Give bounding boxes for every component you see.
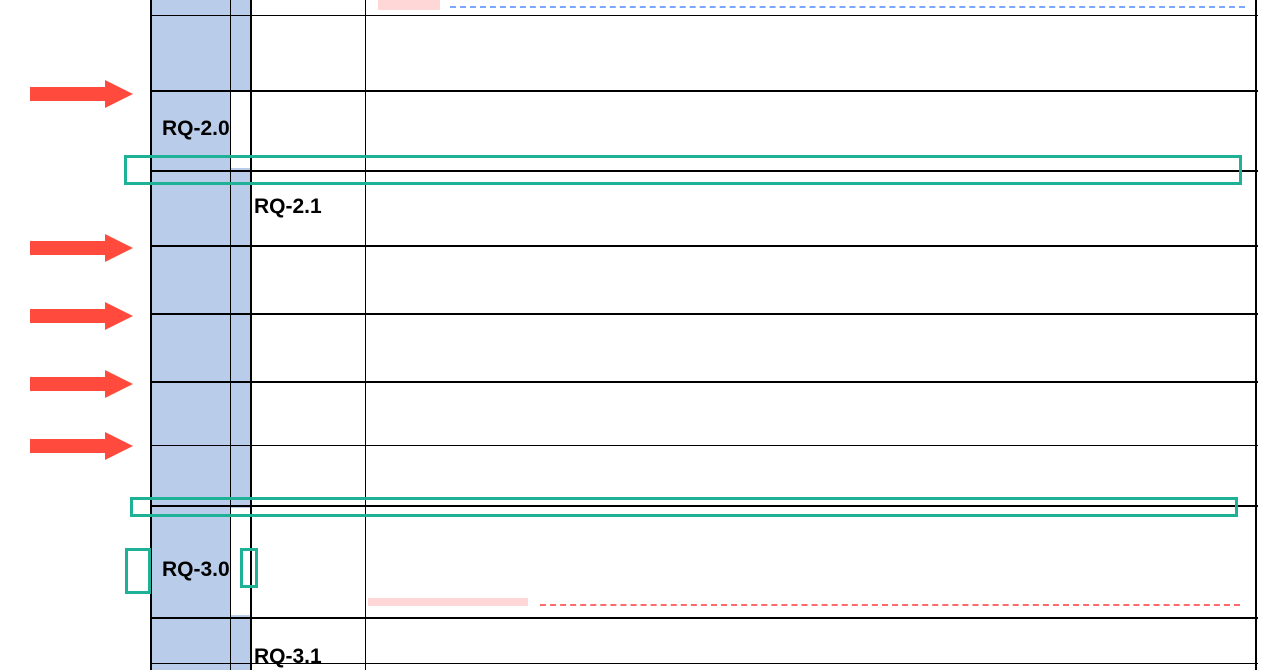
- arrow-icon: [30, 302, 140, 330]
- teal-highlight-small-right: [240, 548, 258, 588]
- pink-mark-top: [378, 0, 440, 10]
- hline-row: [150, 381, 1258, 383]
- hline-row: [150, 245, 1258, 247]
- blue-dashed-top: [450, 6, 1245, 10]
- hline-row: [150, 445, 1258, 446]
- arrow-icon: [30, 234, 140, 262]
- hline-row: [150, 617, 1258, 619]
- vline-outer-right: [1255, 0, 1257, 670]
- diagram-stage: RQ-2.0 RQ-2.1 RQ-3.0 RQ-3.1: [0, 0, 1262, 670]
- pink-mark-lower: [368, 598, 528, 606]
- teal-highlight-small-left: [125, 548, 151, 594]
- hline-row: [150, 15, 1258, 16]
- label-rq-2-0: RQ-2.0: [162, 117, 230, 141]
- arrow-icon: [30, 80, 140, 108]
- hline-row: [150, 313, 1258, 315]
- label-rq-3-1: RQ-3.1: [254, 645, 322, 669]
- vline-col4: [365, 0, 366, 670]
- label-rq-3-0: RQ-3.0: [162, 558, 230, 582]
- arrow-icon: [30, 432, 140, 460]
- red-dashed-lower: [540, 604, 1240, 608]
- arrow-icon: [30, 370, 140, 398]
- teal-highlight-band-1: [124, 155, 1242, 185]
- hline-row: [150, 90, 1258, 92]
- label-rq-2-1: RQ-2.1: [254, 195, 322, 219]
- vline-col2: [230, 0, 231, 670]
- teal-highlight-band-2: [130, 497, 1238, 517]
